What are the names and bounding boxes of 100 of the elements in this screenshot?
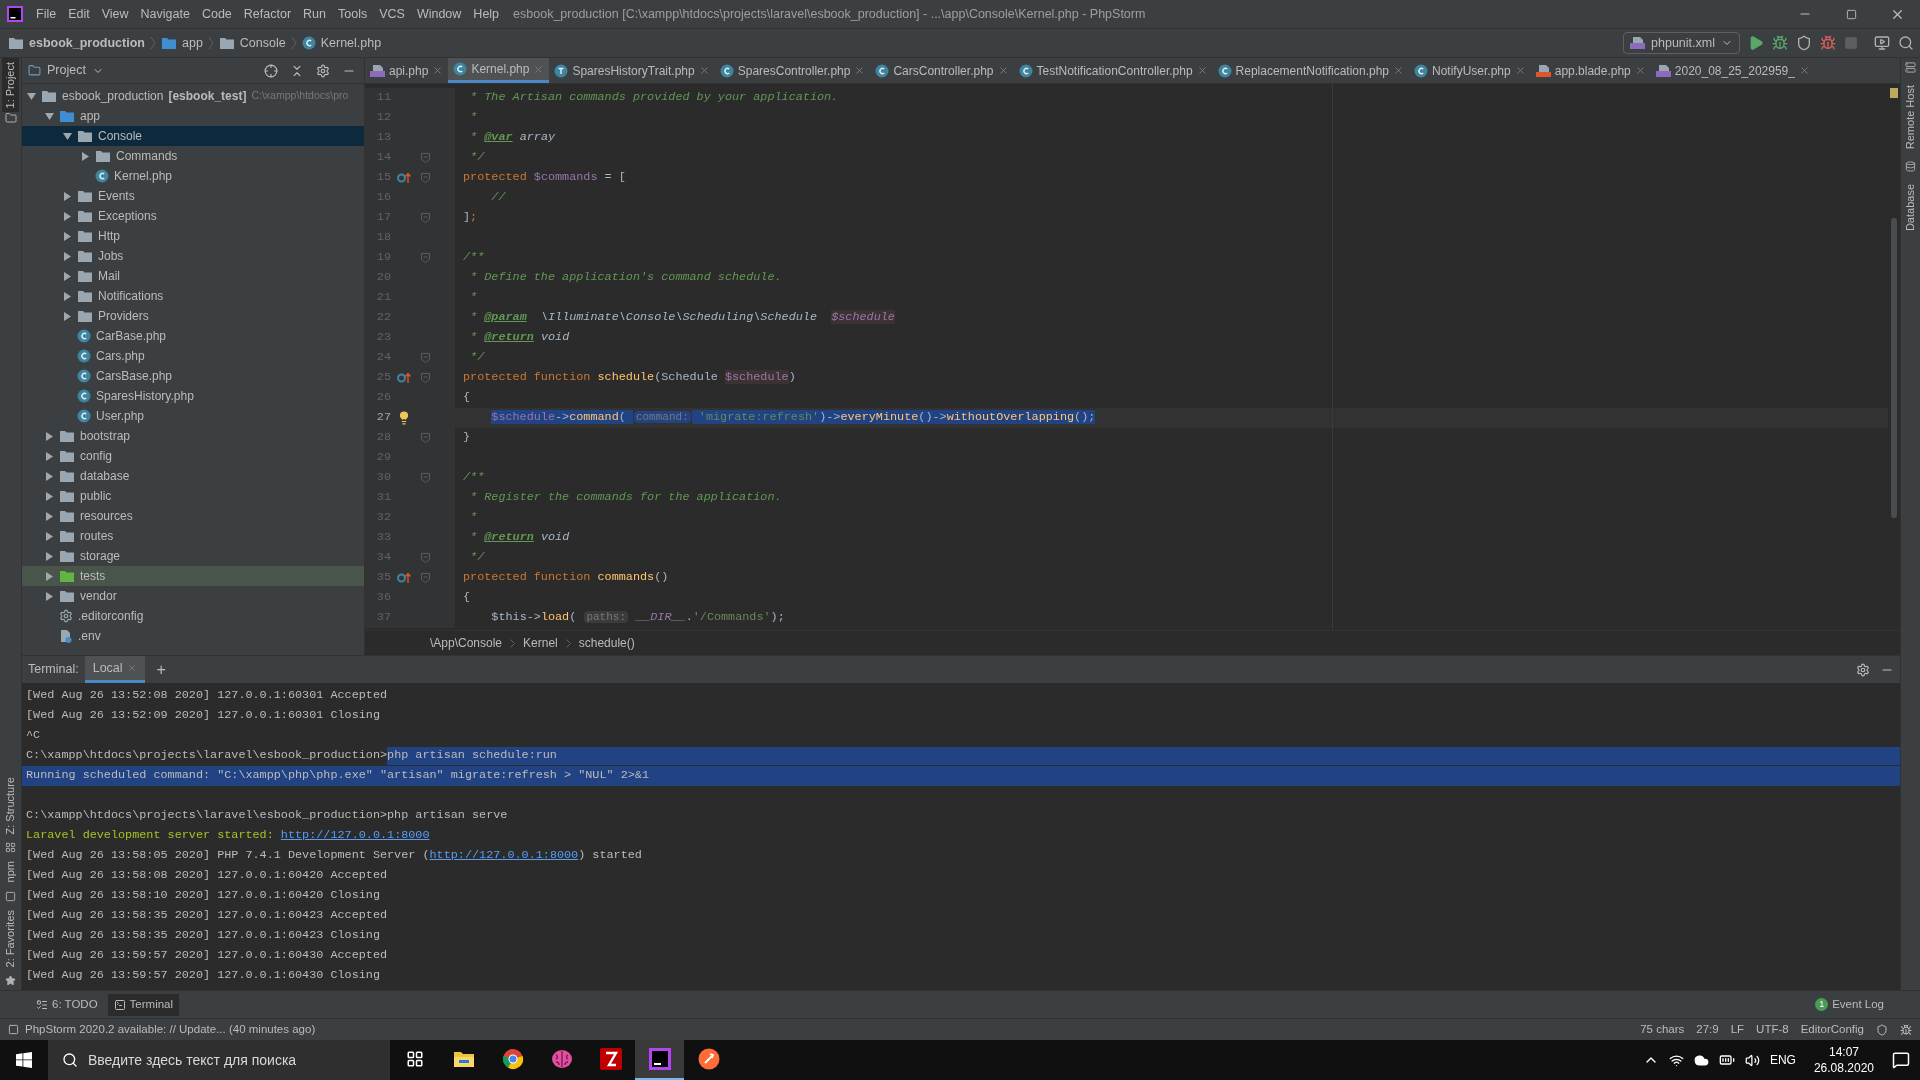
- code-line: $schedule->command( command: 'migrate:refresh')->everyMinute()->withoutOverlapping();: [490, 409, 1096, 427]
- tree-item-label: resources: [80, 508, 133, 525]
- editor-tab[interactable]: ReplacementNotification.php: [1212, 58, 1409, 83]
- tree-item-label: bootstrap: [80, 428, 131, 445]
- tree-item[interactable]: vendor: [22, 586, 364, 606]
- editor-tab[interactable]: app.blade.php: [1530, 58, 1651, 83]
- tree-item[interactable]: Mail: [22, 266, 364, 286]
- project-path: C:\xampp\htdocs\pro: [251, 88, 349, 104]
- tree-item-label: CarBase.php: [96, 328, 167, 345]
- tool-window-button[interactable]: 2: Favorites: [2, 905, 19, 971]
- tree-item[interactable]: storage: [22, 546, 364, 566]
- status-item[interactable]: 75 chars: [1640, 1020, 1685, 1039]
- tree-item[interactable]: .editorconfig: [22, 606, 364, 626]
- tree-item[interactable]: SparesHistory.php: [22, 386, 364, 406]
- tree-item[interactable]: User.php: [22, 406, 364, 426]
- tree-item[interactable]: esbook_production [esbook_test] C:\xampp\htdocs\pro: [22, 86, 364, 106]
- code-line: * Define the application's command schedule.: [469, 269, 782, 287]
- language-indicator[interactable]: ENG: [1769, 1051, 1796, 1069]
- tree-item[interactable]: routes: [22, 526, 364, 546]
- terminal-line: [Wed Aug 26 13:59:57 2020] 127.0.0.1:60430 Accepted: [25, 947, 389, 965]
- code-line: *: [469, 289, 478, 307]
- tree-item-label: User.php: [96, 408, 145, 425]
- tree-item[interactable]: tests: [22, 566, 364, 586]
- code-line: * The Artisan commands provided by your application.: [469, 89, 839, 107]
- new-tab-button[interactable]: +: [150, 657, 172, 682]
- tree-item[interactable]: Notifications: [22, 286, 364, 306]
- breadcrumb-item[interactable]: schedule(): [578, 634, 635, 652]
- menu-item[interactable]: Window: [410, 4, 468, 24]
- tree-item[interactable]: Jobs: [22, 246, 364, 266]
- terminal-line: [Wed Aug 26 13:58:35 2020] 127.0.0.1:60423 Accepted: [25, 907, 389, 925]
- tree-item[interactable]: database: [22, 466, 364, 486]
- menu-item[interactable]: File: [30, 4, 63, 24]
- run-configuration-dropdown[interactable]: phpunit.xml: [1623, 32, 1740, 54]
- code-line: protected function commands(): [462, 569, 669, 587]
- tool-window-button[interactable]: Database: [1902, 180, 1919, 236]
- breadcrumb-item[interactable]: Kernel.php: [301, 33, 382, 53]
- code-line: */: [469, 549, 485, 567]
- tool-window-button[interactable]: npm: [2, 857, 19, 887]
- tree-item[interactable]: .env: [22, 626, 364, 646]
- editor-tab[interactable]: Kernel.php: [448, 58, 550, 83]
- menu-item[interactable]: View: [95, 4, 135, 24]
- tree-item[interactable]: bootstrap: [22, 426, 364, 446]
- tree-item-label: Commands: [116, 148, 178, 165]
- tree-item-label: vendor: [80, 588, 117, 605]
- editor-tab[interactable]: SparesHistoryTrait.php: [549, 58, 715, 83]
- breadcrumb-item[interactable]: esbook_production: [8, 33, 145, 53]
- menu-item[interactable]: Run: [297, 4, 332, 24]
- editor-tab[interactable]: NotifyUser.php: [1409, 58, 1531, 83]
- tree-item[interactable]: Providers: [22, 306, 364, 326]
- editor-tab[interactable]: TestNotificationController.php: [1013, 58, 1213, 83]
- menu-item[interactable]: Refactor: [237, 4, 298, 24]
- module-name: [esbook_test]: [168, 88, 247, 105]
- menu-item[interactable]: Tools: [332, 4, 374, 24]
- breadcrumb-item[interactable]: app: [161, 33, 203, 53]
- tree-item[interactable]: resources: [22, 506, 364, 526]
- breadcrumb-item[interactable]: \App\Console: [430, 634, 503, 652]
- tree-item[interactable]: Commands: [22, 146, 364, 166]
- event-log-button[interactable]: 1 Event Log: [1815, 995, 1884, 1014]
- editor-tab[interactable]: api.php: [365, 58, 449, 83]
- code-line: */: [469, 349, 485, 367]
- menu-item[interactable]: Edit: [62, 4, 96, 24]
- tree-item-label: Notifications: [98, 288, 164, 305]
- tree-item[interactable]: Kernel.php: [22, 166, 364, 186]
- tree-item[interactable]: Events: [22, 186, 364, 206]
- menu-item[interactable]: Code: [195, 4, 238, 24]
- search-field[interactable]: Введите здесь текст для поиска: [48, 1040, 390, 1080]
- panel-title: Project: [47, 62, 86, 80]
- breadcrumb-item[interactable]: Console: [218, 33, 286, 53]
- menu-item[interactable]: Help: [467, 4, 506, 24]
- tree-item-label: Jobs: [98, 248, 124, 265]
- menu-item[interactable]: VCS: [373, 4, 411, 24]
- editor-tab[interactable]: SparesController.php: [714, 58, 871, 83]
- status-item[interactable]: LF: [1730, 1020, 1745, 1039]
- tree-item[interactable]: CarsBase.php: [22, 366, 364, 386]
- editor-tab[interactable]: CarsController.php: [870, 58, 1014, 83]
- status-item[interactable]: UTF-8: [1756, 1020, 1789, 1039]
- tree-item[interactable]: Cars.php: [22, 346, 364, 366]
- tree-item[interactable]: Http: [22, 226, 364, 246]
- tool-window-button[interactable]: 1: Project: [2, 58, 19, 113]
- code-line: {: [462, 389, 471, 407]
- tree-item[interactable]: Console: [22, 126, 364, 146]
- code-line: * @return void: [469, 529, 570, 547]
- menu-item[interactable]: Navigate: [134, 4, 196, 24]
- tool-window-button[interactable]: Remote Host: [1902, 81, 1919, 154]
- breadcrumb-item[interactable]: Kernel: [523, 634, 558, 652]
- tree-item[interactable]: Exceptions: [22, 206, 364, 226]
- status-item[interactable]: EditorConfig: [1800, 1020, 1864, 1039]
- session-tab[interactable]: Local: [84, 656, 145, 683]
- tree-item[interactable]: public: [22, 486, 364, 506]
- clock[interactable]: 14:07 26.08.2020: [1805, 1044, 1882, 1076]
- tool-window-tab[interactable]: 6: TODO: [30, 993, 104, 1016]
- tool-window-button[interactable]: Z: Structure: [2, 772, 19, 839]
- code-line: * Register the commands for the application.: [469, 489, 782, 507]
- editor-tab[interactable]: 2020_08_25_202959_: [1650, 58, 1815, 83]
- tree-item[interactable]: config: [22, 446, 364, 466]
- tool-window-tab[interactable]: Terminal: [107, 993, 180, 1016]
- tree-item[interactable]: CarBase.php: [22, 326, 364, 346]
- status-item[interactable]: 27:9: [1696, 1020, 1719, 1039]
- terminal-line: [Wed Aug 26 13:52:09 2020] 127.0.0.1:60301 Closing: [25, 707, 381, 725]
- tree-item[interactable]: app: [22, 106, 364, 126]
